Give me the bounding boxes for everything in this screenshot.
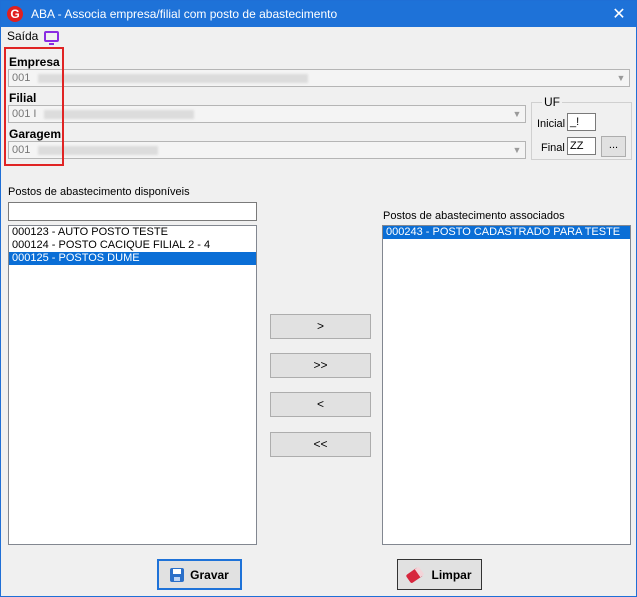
title-bar: G ABA - Associa empresa/filial com posto… (1, 1, 636, 27)
chevron-down-icon[interactable]: ▼ (613, 70, 629, 86)
disponiveis-label: Postos de abastecimento disponíveis (8, 186, 190, 198)
uf-inicial-label: Inicial (537, 118, 566, 130)
associados-listbox[interactable]: 000243 - POSTO CADASTRADO PARA TESTE (382, 225, 631, 545)
monitor-icon[interactable] (44, 30, 60, 45)
uf-inicial-input[interactable]: _! (567, 113, 596, 131)
filial-select[interactable]: 001 I ▼ (8, 105, 526, 123)
chevron-down-icon[interactable]: ▼ (509, 142, 525, 158)
save-button-label: Gravar (190, 567, 229, 582)
window-title: ABA - Associa empresa/filial com posto d… (31, 7, 338, 21)
remove-one-button[interactable]: < (270, 392, 371, 417)
chevron-down-icon[interactable]: ▼ (509, 106, 525, 122)
uf-final-input[interactable]: ZZ (567, 137, 596, 155)
associados-label: Postos de abastecimento associados (383, 210, 565, 222)
add-one-button[interactable]: > (270, 314, 371, 339)
empresa-redacted (38, 73, 309, 83)
list-item[interactable]: 000125 - POSTOS DUME (9, 252, 256, 265)
disponiveis-filter-input[interactable] (8, 202, 257, 221)
uf-lookup-button[interactable]: ... (601, 136, 626, 157)
uf-title: UF (542, 95, 562, 109)
menu-saida[interactable]: Saída (7, 29, 38, 43)
list-item[interactable]: 000243 - POSTO CADASTRADO PARA TESTE (383, 226, 630, 239)
add-all-button[interactable]: >> (270, 353, 371, 378)
menu-bar: Saída (7, 28, 60, 45)
remove-all-button[interactable]: << (270, 432, 371, 457)
list-item[interactable]: 000124 - POSTO CACIQUE FILIAL 2 - 4 (9, 239, 256, 252)
filial-redacted (44, 109, 195, 119)
annotation-highlight-box (4, 47, 64, 166)
save-button[interactable]: Gravar (157, 559, 242, 590)
clear-button[interactable]: Limpar (397, 559, 482, 590)
garagem-select[interactable]: 001 ▼ (8, 141, 526, 159)
app-logo-icon: G (7, 6, 23, 22)
list-item[interactable]: 000123 - AUTO POSTO TESTE (9, 226, 256, 239)
floppy-disk-icon (170, 567, 185, 582)
uf-final-label: Final (541, 142, 565, 154)
main-window: G ABA - Associa empresa/filial com posto… (0, 0, 637, 597)
disponiveis-listbox[interactable]: 000123 - AUTO POSTO TESTE 000124 - POSTO… (8, 225, 257, 545)
close-button[interactable]: ✕ (602, 1, 636, 27)
eraser-icon (406, 565, 425, 584)
empresa-select[interactable]: 001 ▼ (8, 69, 630, 87)
clear-button-label: Limpar (431, 567, 472, 582)
